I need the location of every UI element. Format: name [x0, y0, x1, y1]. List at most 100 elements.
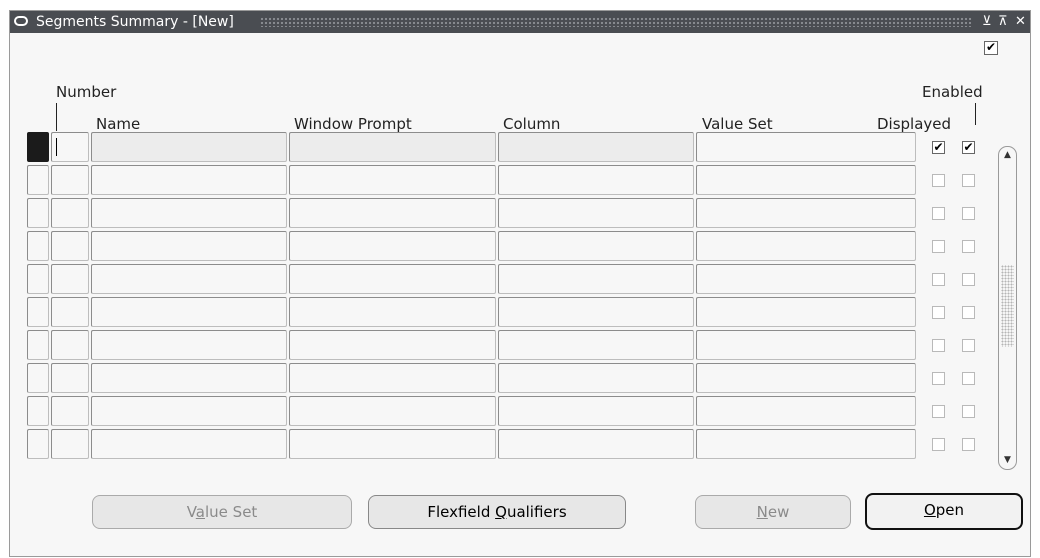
value-set-field[interactable] [696, 198, 916, 228]
column-field[interactable] [498, 132, 694, 162]
number-field[interactable] [51, 297, 89, 327]
number-column-header: Number [56, 83, 117, 101]
value-set-field[interactable] [696, 231, 916, 261]
vertical-scrollbar[interactable]: ▲ ▼ [998, 146, 1017, 470]
scroll-thumb[interactable] [1001, 265, 1014, 347]
enabled-checkbox[interactable] [962, 174, 975, 187]
new-mnemonic: N [756, 503, 768, 521]
number-field[interactable] [51, 363, 89, 393]
enabled-header-pointer [975, 103, 976, 125]
window-prompt-field[interactable] [289, 297, 496, 327]
name-column-header: Name [96, 115, 141, 133]
name-field[interactable] [91, 198, 287, 228]
name-field[interactable] [91, 264, 287, 294]
column-field[interactable] [498, 264, 694, 294]
name-field[interactable] [91, 330, 287, 360]
window-menu-icon[interactable] [14, 16, 28, 26]
column-field[interactable] [498, 231, 694, 261]
displayed-checkbox[interactable] [932, 339, 945, 352]
row-selector[interactable] [27, 165, 49, 195]
number-field[interactable] [51, 231, 89, 261]
number-field[interactable] [51, 132, 89, 162]
displayed-checkbox[interactable] [932, 174, 945, 187]
column-field[interactable] [498, 363, 694, 393]
row-selector[interactable] [27, 330, 49, 360]
value-set-label-start: V [186, 503, 196, 521]
column-field[interactable] [498, 297, 694, 327]
displayed-checkbox[interactable] [932, 207, 945, 220]
window-prompt-field[interactable] [289, 165, 496, 195]
column-field[interactable] [498, 198, 694, 228]
minimize-icon[interactable]: ⊻ [982, 14, 992, 29]
enabled-checkbox[interactable] [962, 306, 975, 319]
displayed-checkbox[interactable] [932, 273, 945, 286]
window-prompt-field[interactable] [289, 363, 496, 393]
row-selector[interactable] [27, 231, 49, 261]
maximize-icon[interactable]: ⊼ [998, 14, 1008, 29]
value-set-field[interactable] [696, 297, 916, 327]
enabled-checkbox[interactable] [962, 405, 975, 418]
column-column-header: Column [503, 115, 561, 133]
flexfield-qualifiers-button[interactable]: Flexfield Qualifiers [368, 495, 626, 529]
displayed-checkbox[interactable] [932, 372, 945, 385]
value-set-field[interactable] [696, 429, 916, 459]
row-selector[interactable] [27, 198, 49, 228]
window-prompt-field[interactable] [289, 429, 496, 459]
window-prompt-field[interactable] [289, 231, 496, 261]
window-prompt-field[interactable] [289, 198, 496, 228]
number-header-pointer [56, 103, 57, 131]
value-set-field[interactable] [696, 330, 916, 360]
enabled-checkbox[interactable] [962, 339, 975, 352]
name-field[interactable] [91, 132, 287, 162]
row-selector[interactable] [27, 363, 49, 393]
row-selector[interactable] [27, 297, 49, 327]
name-field[interactable] [91, 297, 287, 327]
displayed-checkbox[interactable] [932, 240, 945, 253]
open-button[interactable]: Open [865, 493, 1023, 530]
number-field[interactable] [51, 198, 89, 228]
name-field[interactable] [91, 363, 287, 393]
scroll-up-icon[interactable]: ▲ [1001, 149, 1014, 162]
number-field[interactable] [51, 165, 89, 195]
enabled-checkbox[interactable] [962, 372, 975, 385]
column-field[interactable] [498, 165, 694, 195]
window-prompt-field[interactable] [289, 264, 496, 294]
enabled-checkbox[interactable]: ✔ [962, 141, 975, 154]
enabled-checkbox[interactable] [962, 273, 975, 286]
close-icon[interactable]: ✕ [1015, 14, 1026, 29]
name-field[interactable] [91, 165, 287, 195]
enabled-checkbox[interactable] [962, 240, 975, 253]
displayed-checkbox[interactable] [932, 306, 945, 319]
value-set-field[interactable] [696, 264, 916, 294]
column-field[interactable] [498, 330, 694, 360]
row-selector[interactable] [27, 132, 49, 162]
scroll-down-icon[interactable]: ▼ [1001, 454, 1014, 467]
enabled-checkbox[interactable] [962, 207, 975, 220]
window-prompt-field[interactable] [289, 396, 496, 426]
displayed-checkbox[interactable] [932, 405, 945, 418]
value-set-field[interactable] [696, 132, 916, 162]
value-set-field[interactable] [696, 396, 916, 426]
column-field[interactable] [498, 396, 694, 426]
window-prompt-field[interactable] [289, 132, 496, 162]
number-field[interactable] [51, 396, 89, 426]
row-selector[interactable] [27, 396, 49, 426]
name-field[interactable] [91, 429, 287, 459]
name-field[interactable] [91, 396, 287, 426]
new-button[interactable]: New [695, 495, 851, 529]
value-set-button[interactable]: Value Set [92, 495, 352, 529]
top-checkbox[interactable]: ✔ [984, 41, 998, 55]
name-field[interactable] [91, 231, 287, 261]
number-field[interactable] [51, 330, 89, 360]
value-set-field[interactable] [696, 363, 916, 393]
row-selector[interactable] [27, 264, 49, 294]
number-field[interactable] [51, 264, 89, 294]
enabled-checkbox[interactable] [962, 438, 975, 451]
displayed-checkbox[interactable] [932, 438, 945, 451]
number-field[interactable] [51, 429, 89, 459]
row-selector[interactable] [27, 429, 49, 459]
column-field[interactable] [498, 429, 694, 459]
value-set-field[interactable] [696, 165, 916, 195]
displayed-checkbox[interactable]: ✔ [932, 141, 945, 154]
window-prompt-field[interactable] [289, 330, 496, 360]
